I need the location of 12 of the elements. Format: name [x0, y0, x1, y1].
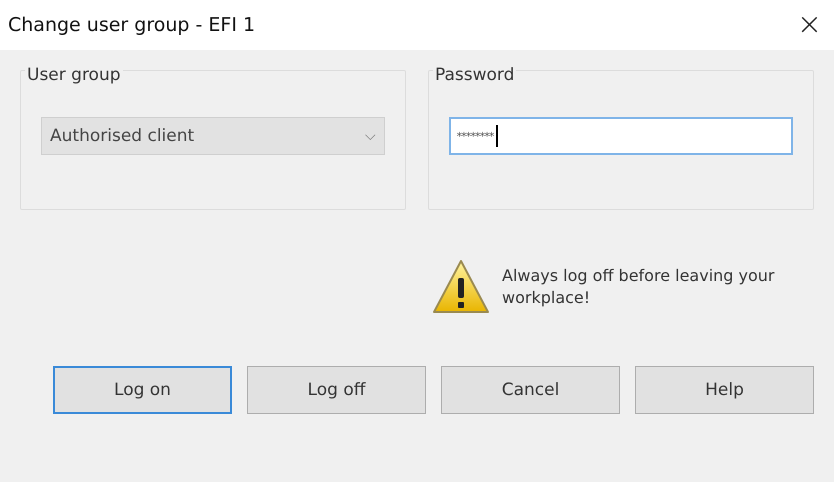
password-field[interactable]: ********	[449, 117, 793, 155]
warning-icon	[432, 258, 490, 316]
caret-icon: ⌵	[365, 128, 376, 144]
dialog-button[interactable]: Cancel	[441, 366, 620, 414]
user-group-dropdown[interactable]: Authorised client ⌵	[41, 117, 385, 155]
group-label: User group	[25, 65, 123, 85]
dialog-button[interactable]: Help	[635, 366, 814, 414]
close-button[interactable]: ×	[792, 10, 826, 40]
dialog-button[interactable]: Log on	[53, 366, 232, 414]
warning-text: Always log off before leaving your workplace!	[502, 265, 776, 309]
dialog-button[interactable]: Log off	[247, 366, 426, 414]
window-title: Change user group - EFI 1	[8, 14, 256, 36]
